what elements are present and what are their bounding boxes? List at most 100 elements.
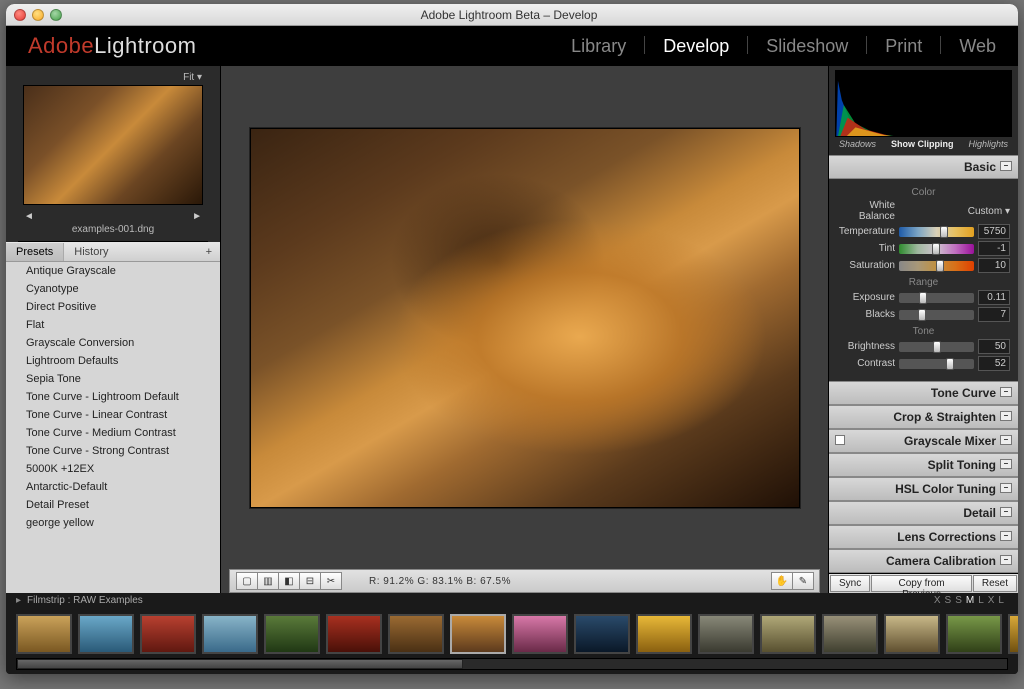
section-lens-corrections[interactable]: Lens Corrections– <box>829 525 1018 549</box>
close-window-button[interactable] <box>14 9 26 21</box>
preset-item[interactable]: Tone Curve - Strong Contrast <box>6 442 220 460</box>
scrollbar-thumb[interactable] <box>17 659 463 669</box>
preset-item[interactable]: george yellow <box>6 514 220 532</box>
filmstrip-toggle-icon[interactable]: ▸ <box>16 595 21 606</box>
preset-item[interactable]: Lightroom Defaults <box>6 352 220 370</box>
wb-dropdown[interactable]: Custom ▾ <box>968 206 1010 217</box>
filmstrip-thumb[interactable] <box>636 614 692 654</box>
nav-library[interactable]: Library <box>571 36 626 57</box>
filmstrip-thumb[interactable] <box>822 614 878 654</box>
preset-item[interactable]: Detail Preset <box>6 496 220 514</box>
filmstrip-thumb[interactable] <box>512 614 568 654</box>
collapse-icon[interactable]: – <box>1000 555 1012 565</box>
collapse-icon[interactable]: – <box>1000 531 1012 541</box>
preset-item[interactable]: Grayscale Conversion <box>6 334 220 352</box>
copy-from-previous-button[interactable]: Copy from Previous <box>871 575 972 592</box>
tab-history[interactable]: History <box>64 243 118 261</box>
preset-item[interactable]: 5000K +12EX <box>6 460 220 478</box>
tint-value[interactable]: -1 <box>978 241 1010 256</box>
filmstrip-thumb[interactable] <box>946 614 1002 654</box>
preset-item[interactable]: Tone Curve - Medium Contrast <box>6 424 220 442</box>
preset-item[interactable]: Direct Positive <box>6 298 220 316</box>
section-camera-calibration[interactable]: Camera Calibration– <box>829 549 1018 573</box>
collapse-icon[interactable]: – <box>1000 387 1012 397</box>
section-crop-straighten[interactable]: Crop & Straighten– <box>829 405 1018 429</box>
tab-presets[interactable]: Presets <box>6 243 64 261</box>
brightness-value[interactable]: 50 <box>978 339 1010 354</box>
zoom-window-button[interactable] <box>50 9 62 21</box>
section-tone-curve[interactable]: Tone Curve– <box>829 381 1018 405</box>
filmstrip-thumb[interactable] <box>884 614 940 654</box>
filmstrip[interactable] <box>6 608 1018 658</box>
collapse-icon[interactable]: – <box>1000 483 1012 493</box>
section-grayscale-mixer[interactable]: Grayscale Mixer– <box>829 429 1018 453</box>
preset-item[interactable]: Cyanotype <box>6 280 220 298</box>
collapse-icon[interactable]: – <box>1000 507 1012 517</box>
saturation-slider[interactable] <box>899 261 974 271</box>
section-split-toning[interactable]: Split Toning– <box>829 453 1018 477</box>
histogram[interactable] <box>835 70 1012 137</box>
filmstrip-thumb[interactable] <box>264 614 320 654</box>
preset-item[interactable]: Flat <box>6 316 220 334</box>
filmstrip-scrollbar[interactable] <box>16 658 1008 670</box>
histogram-shadows-label[interactable]: Shadows <box>839 139 876 149</box>
add-preset-button[interactable]: + <box>198 246 220 258</box>
hand-tool-icon[interactable]: ✋ <box>771 572 793 590</box>
temperature-slider[interactable] <box>899 227 974 237</box>
contrast-value[interactable]: 52 <box>978 356 1010 371</box>
histogram-highlights-label[interactable]: Highlights <box>968 139 1008 149</box>
tint-slider[interactable] <box>899 244 974 254</box>
view-loupe-icon[interactable]: ▢ <box>236 572 258 590</box>
preset-item[interactable]: Tone Curve - Lightroom Default <box>6 388 220 406</box>
filmstrip-thumb[interactable] <box>202 614 258 654</box>
section-detail[interactable]: Detail– <box>829 501 1018 525</box>
preset-list[interactable]: Antique Grayscale Cyanotype Direct Posit… <box>6 262 220 593</box>
filmstrip-thumb[interactable] <box>450 614 506 654</box>
show-clipping-toggle[interactable]: Show Clipping <box>891 139 954 149</box>
filmstrip-thumb[interactable] <box>574 614 630 654</box>
collapse-icon[interactable]: – <box>1000 435 1012 445</box>
next-image-arrow[interactable]: ► <box>192 211 202 222</box>
thumbnail-size-picker[interactable]: XSSMLXL <box>934 595 1008 606</box>
nav-web[interactable]: Web <box>959 36 996 57</box>
collapse-icon[interactable]: – <box>1000 161 1012 171</box>
blacks-slider[interactable] <box>899 310 974 320</box>
grayscale-checkbox[interactable] <box>835 435 845 445</box>
preset-item[interactable]: Antique Grayscale <box>6 262 220 280</box>
collapse-icon[interactable]: – <box>1000 459 1012 469</box>
reset-button[interactable]: Reset <box>973 575 1017 592</box>
filmstrip-thumb[interactable] <box>388 614 444 654</box>
crop-tool-icon[interactable]: ✂ <box>320 572 342 590</box>
navigator-thumbnail[interactable] <box>23 85 203 205</box>
view-before-after-icon[interactable]: ◧ <box>278 572 300 590</box>
brightness-slider[interactable] <box>899 342 974 352</box>
nav-develop[interactable]: Develop <box>663 36 729 57</box>
contrast-slider[interactable] <box>899 359 974 369</box>
section-basic[interactable]: Basic– <box>829 155 1018 179</box>
exposure-value[interactable]: 0.11 <box>978 290 1010 305</box>
filmstrip-thumb[interactable] <box>78 614 134 654</box>
temperature-value[interactable]: 5750 <box>978 224 1010 239</box>
filmstrip-thumb[interactable] <box>16 614 72 654</box>
exposure-slider[interactable] <box>899 293 974 303</box>
view-compare-icon[interactable]: ▥ <box>257 572 279 590</box>
preset-item[interactable]: Sepia Tone <box>6 370 220 388</box>
preset-item[interactable]: Antarctic-Default <box>6 478 220 496</box>
preset-item[interactable]: Tone Curve - Linear Contrast <box>6 406 220 424</box>
blacks-value[interactable]: 7 <box>978 307 1010 322</box>
zoom-fit-dropdown[interactable]: Fit ▾ <box>183 72 202 83</box>
filmstrip-thumb[interactable] <box>760 614 816 654</box>
filmstrip-thumb[interactable] <box>326 614 382 654</box>
collapse-icon[interactable]: – <box>1000 411 1012 421</box>
filmstrip-thumb[interactable] <box>1008 614 1018 654</box>
view-split-icon[interactable]: ⊟ <box>299 572 321 590</box>
minimize-window-button[interactable] <box>32 9 44 21</box>
image-canvas[interactable] <box>229 74 820 561</box>
nav-print[interactable]: Print <box>885 36 922 57</box>
sync-button[interactable]: Sync <box>830 575 870 592</box>
white-balance-picker-icon[interactable]: ✎ <box>792 572 814 590</box>
section-hsl-color-tuning[interactable]: HSL Color Tuning– <box>829 477 1018 501</box>
saturation-value[interactable]: 10 <box>978 258 1010 273</box>
filmstrip-thumb[interactable] <box>698 614 754 654</box>
filmstrip-thumb[interactable] <box>140 614 196 654</box>
